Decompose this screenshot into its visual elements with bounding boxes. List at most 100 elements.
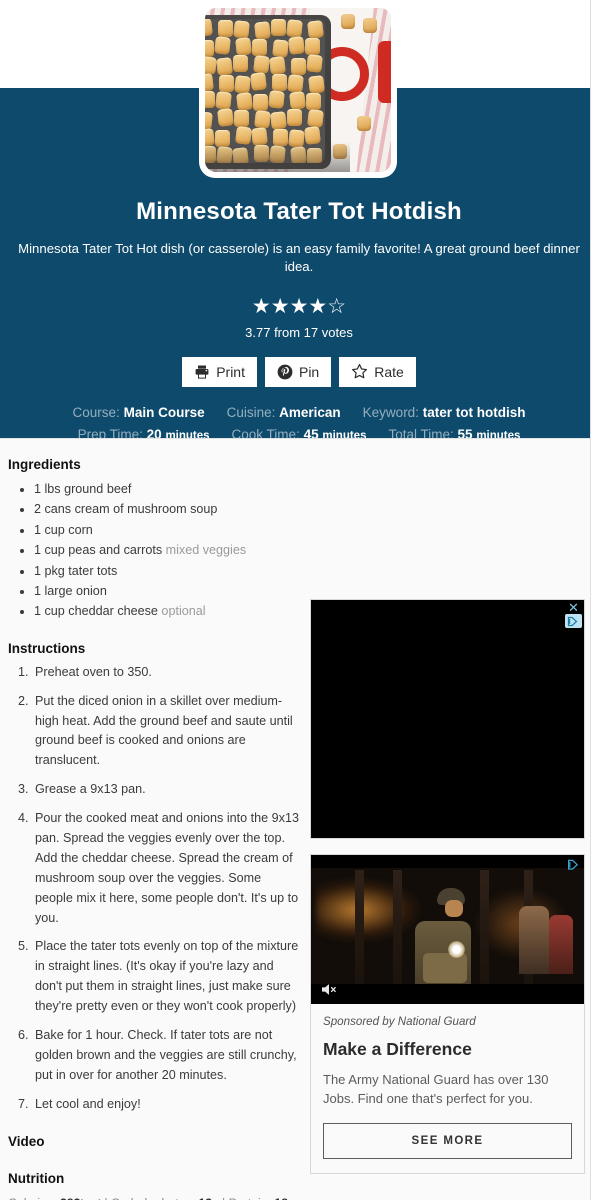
see-more-button[interactable]: SEE MORE [323,1122,572,1159]
tater-tot [308,75,325,94]
ad-headline: Make a Difference [323,1039,472,1059]
nutrition-label: Calories: [8,1196,60,1200]
tater-tot [271,74,287,92]
ad-controls: ✕ [565,601,582,628]
close-icon[interactable]: ✕ [568,601,579,614]
tater-tot [288,36,305,55]
printer-icon [194,364,210,380]
recipe-hero-image [199,2,397,178]
pin-button[interactable]: Pin [264,356,332,387]
ingredient-item: 2 cans cream of mushroom soup [34,499,300,519]
tater-tot [270,19,286,37]
tater-tot [205,73,214,92]
rating-votes-text: 3.77 from 17 votes [245,324,353,340]
tater-tot [205,111,213,130]
display-ad-banner[interactable]: ✕ [310,599,585,839]
tater-tot [307,20,324,39]
instruction-step: Let cool and enjoy! [32,1095,300,1115]
meta-keyword-value: tater tot hotdish [422,404,526,420]
tree-trunk [480,869,490,987]
tater-tot [233,110,249,128]
ad-video-player[interactable] [311,855,584,1004]
rate-button-label: Rate [374,363,404,380]
video-heading: Video [8,1133,45,1149]
ingredient-text: 1 cup cheddar cheese [34,604,158,619]
ad-video-scene [311,855,584,1004]
recipe-body: Ingredients 1 lbs ground beef 2 cans crea… [0,438,598,1200]
tater-tots [205,19,325,163]
meta-cuisine-label: Cuisine: [226,404,276,420]
meta-keyword-label: Keyword: [362,404,419,420]
tater-tot [218,75,234,93]
print-button-label: Print [216,363,245,380]
pan-shadow [205,142,351,172]
ingredient-text: 1 cup corn [34,522,93,537]
nutrition-label: Carbohydrates: [111,1196,199,1200]
tater-tot [287,74,304,93]
tater-tot [236,92,253,111]
instruction-step: Put the diced onion in a skillet over me… [32,692,300,772]
meta-course-label: Course: [72,404,120,420]
tater-tot [214,36,231,55]
tater-tot [254,21,271,40]
tater-tot [233,20,250,39]
page-scrollbar[interactable] [590,0,598,1200]
tater-tot [253,55,270,74]
rate-button[interactable]: Rate [339,356,416,387]
recipe-summary: Minnesota Tater Tot Hot dish (or cassero… [18,241,580,274]
mute-icon[interactable] [318,980,340,998]
nutrition-separator: | [219,1196,229,1200]
tater-tot [270,111,287,130]
ingredient-text: 2 cans cream of mushroom soup [34,502,218,517]
instructions-heading: Instructions [8,640,86,656]
tater-tot [205,56,217,75]
soldier-face [444,899,463,917]
tater-tot [286,19,303,38]
hero-image-inner [205,8,391,172]
nutrition-separator: | [101,1196,111,1200]
star-outline-icon [351,363,368,380]
tater-tot [205,40,214,58]
tater-tot [235,37,252,56]
adchoices-icon[interactable] [565,614,582,628]
adchoices-icon[interactable] [567,858,581,876]
page-title: Minnesota Tater Tot Hotdish [136,198,462,225]
ad-description: The Army National Guard has over 130 Job… [323,1072,549,1106]
nutrition-facts: Calories: 283kcal | Carbohydrates: 12g |… [8,1193,298,1200]
instruction-list: Preheat oven to 350. Put the diced onion … [8,663,300,1115]
tater-tot [215,91,232,110]
tater-tot [286,109,302,127]
ingredient-text: 1 lbs ground beef [34,482,132,496]
star-rating-icon[interactable]: ★★★★☆ [0,296,598,317]
meta-cuisine-value: American [279,404,341,420]
tater-tot [217,20,233,38]
tater-tot [250,72,267,91]
tater-tot [232,55,248,73]
pin-button-label: Pin [298,363,320,380]
tater-tot [272,39,289,58]
tater-tot [234,75,251,94]
meta-course: Course: Main Course [73,405,205,420]
instruction-step: Grease a 9x13 pan. [32,780,300,800]
stray-tot [363,18,377,33]
tater-tot [269,56,286,75]
tree-trunk [354,869,364,987]
tater-tot [304,38,320,56]
nutrition-heading: Nutrition [8,1170,65,1186]
print-button[interactable]: Print [182,356,257,387]
background-figure [549,914,574,975]
soldier-gear [422,953,467,984]
pinterest-icon [277,364,293,380]
ingredient-text: 1 large onion [34,583,107,598]
letterbox-bottom [311,984,584,1004]
stray-tot [341,14,355,29]
meta-row-taxonomy: Course: Main Course Cuisine: American Ke… [0,405,598,420]
instruction-step: Pour the cooked meat and onions into the… [32,809,300,928]
tater-tot [254,110,271,129]
ingredient-item: 1 cup corn [34,520,300,540]
ingredient-note: mixed veggies [162,543,247,558]
background-figure [518,905,549,975]
instruction-step: Place the tater tots evenly on top of th… [32,937,300,1017]
ingredient-text: 1 cup peas and carrots [34,543,163,558]
recipe-action-buttons: Print Pin Rate [0,356,598,387]
